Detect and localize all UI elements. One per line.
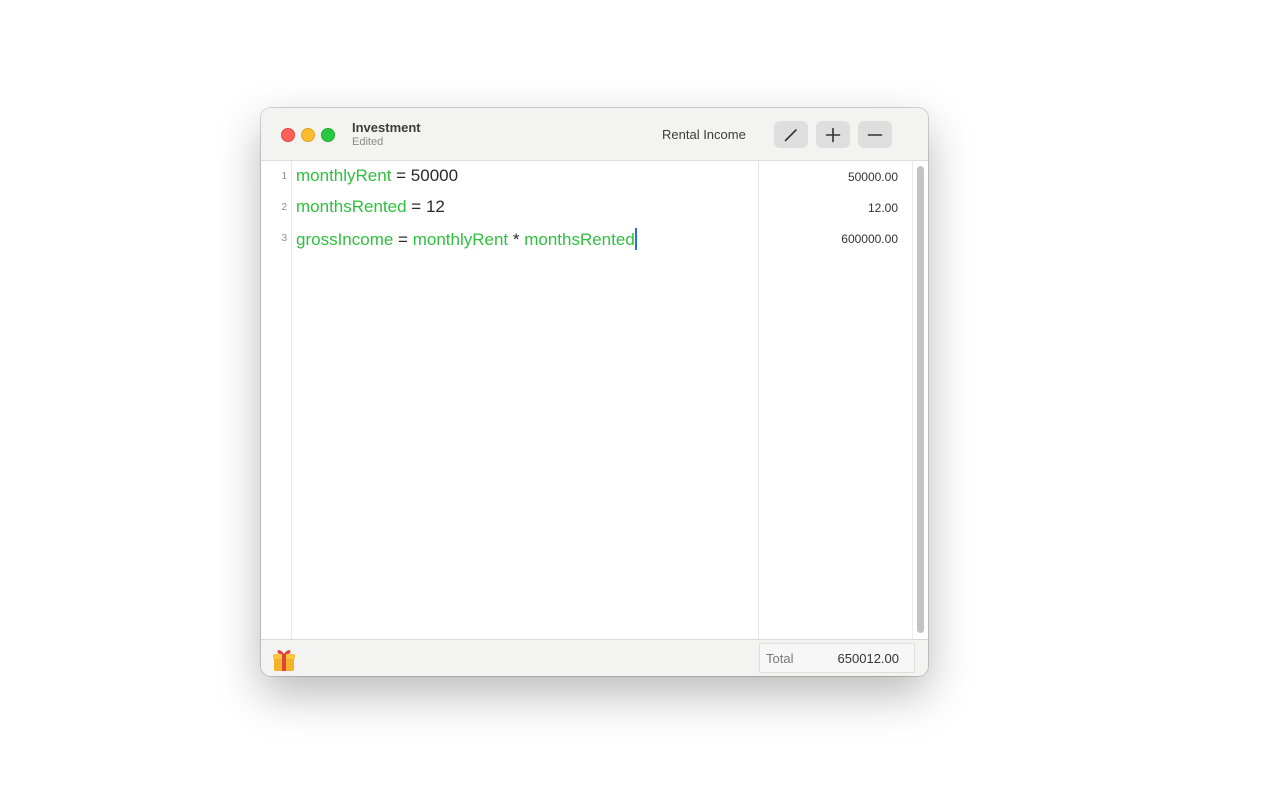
variable-token: monthlyRent (412, 230, 509, 249)
expression-token: = 50000 (391, 166, 459, 185)
line-result: 600000.00 (841, 232, 898, 246)
plus-icon (825, 127, 841, 142)
document-title: Investment (352, 120, 421, 135)
operator-token: * (508, 230, 525, 249)
text-caret (634, 228, 637, 250)
total-display: Total 650012.00 (759, 643, 915, 673)
title-bar: Investment Edited Rental Income (261, 108, 928, 161)
minimize-window-button[interactable] (301, 128, 315, 142)
maximize-window-button[interactable] (321, 128, 335, 142)
line-number-gutter: 1 2 3 (261, 161, 292, 639)
code-line[interactable]: monthlyRent = 50000 (296, 166, 458, 186)
code-line[interactable]: monthsRented = 12 (296, 197, 445, 217)
scrollbar-thumb[interactable] (917, 166, 924, 633)
expression-editor[interactable]: monthlyRent = 50000 monthsRented = 12 gr… (292, 161, 758, 639)
variable-token: grossIncome (296, 230, 394, 249)
gift-icon[interactable] (270, 645, 298, 673)
minus-icon (867, 133, 883, 136)
variable-token: monthsRented (296, 197, 407, 216)
sheet-name[interactable]: Rental Income (662, 127, 746, 142)
pencil-icon (784, 128, 797, 141)
code-line[interactable]: grossIncome = monthlyRent * monthsRented (296, 228, 637, 250)
line-result: 12.00 (867, 201, 898, 215)
vertical-scrollbar[interactable] (912, 161, 928, 639)
variable-token: monthlyRent (296, 166, 392, 185)
operator-token: = (393, 230, 413, 249)
results-column: 50000.00 12.00 600000.00 (758, 161, 911, 639)
edit-button[interactable] (774, 121, 808, 148)
app-window: Investment Edited Rental Income 1 2 3 mo… (261, 108, 928, 676)
line-number: 3 (281, 233, 287, 244)
line-result: 50000.00 (847, 170, 898, 184)
line-number: 2 (281, 202, 287, 213)
add-button[interactable] (816, 121, 850, 148)
variable-token: monthsRented (524, 230, 635, 249)
document-status: Edited (352, 136, 384, 148)
status-footer: Total 650012.00 (261, 639, 928, 676)
expression-token: = 12 (406, 197, 445, 216)
total-value: 650012.00 (837, 651, 899, 666)
remove-button[interactable] (858, 121, 892, 148)
total-label: Total (766, 651, 794, 666)
line-number: 1 (281, 171, 287, 182)
close-window-button[interactable] (281, 128, 295, 142)
